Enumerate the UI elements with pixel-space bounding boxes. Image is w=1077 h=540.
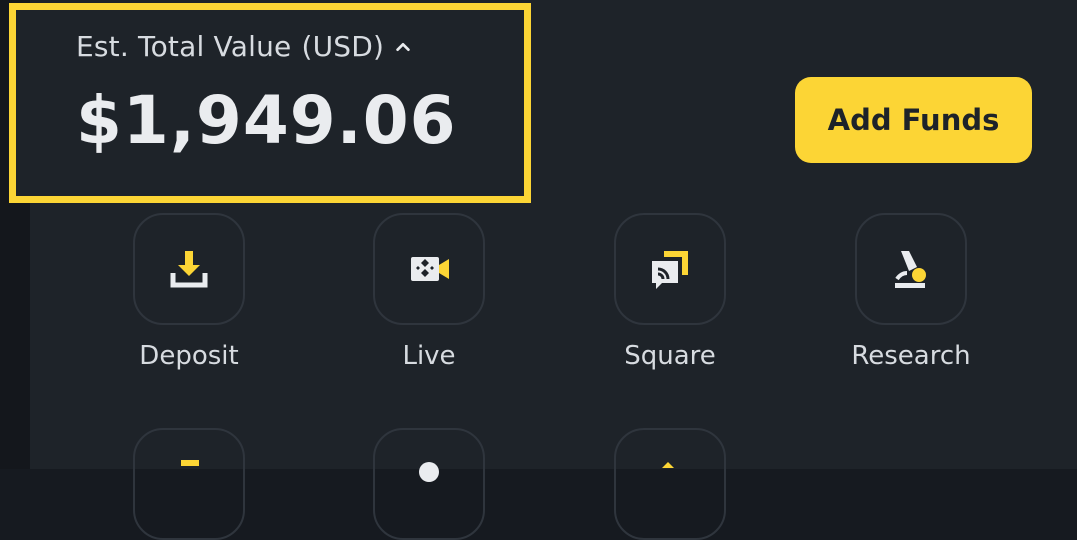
shortcut-square[interactable] (614, 213, 726, 325)
add-funds-button[interactable]: Add Funds (795, 77, 1032, 163)
shortcut-label-research: Research (851, 341, 971, 371)
shortcut-label-deposit: Deposit (139, 341, 239, 371)
row2-item-1-icon (181, 460, 199, 466)
total-value-amount: $1,949.06 (76, 82, 457, 159)
shortcut-label-live: Live (402, 341, 456, 371)
shortcut-row2-item-1[interactable] (133, 428, 245, 540)
total-value-highlight: Est. Total Value (USD) $1,949.06 (9, 3, 531, 203)
chevron-up-icon[interactable] (394, 38, 412, 56)
row2-item-2-icon (419, 462, 439, 482)
shortcut-live[interactable] (373, 213, 485, 325)
live-camera-icon (411, 257, 449, 281)
shortcut-research[interactable] (855, 213, 967, 325)
shortcut-deposit[interactable] (133, 213, 245, 325)
shortcut-row2-item-2[interactable] (373, 428, 485, 540)
total-value-label-row[interactable]: Est. Total Value (USD) (76, 30, 412, 63)
shortcut-label-square: Square (624, 341, 716, 371)
research-microscope-icon (895, 251, 926, 288)
shortcut-row2-item-3[interactable] (614, 428, 726, 540)
deposit-icon (170, 251, 208, 288)
row2-item-3-icon (662, 462, 674, 468)
square-feed-icon (652, 251, 688, 289)
total-value-label: Est. Total Value (76, 30, 292, 63)
currency-label: (USD) (301, 30, 385, 63)
